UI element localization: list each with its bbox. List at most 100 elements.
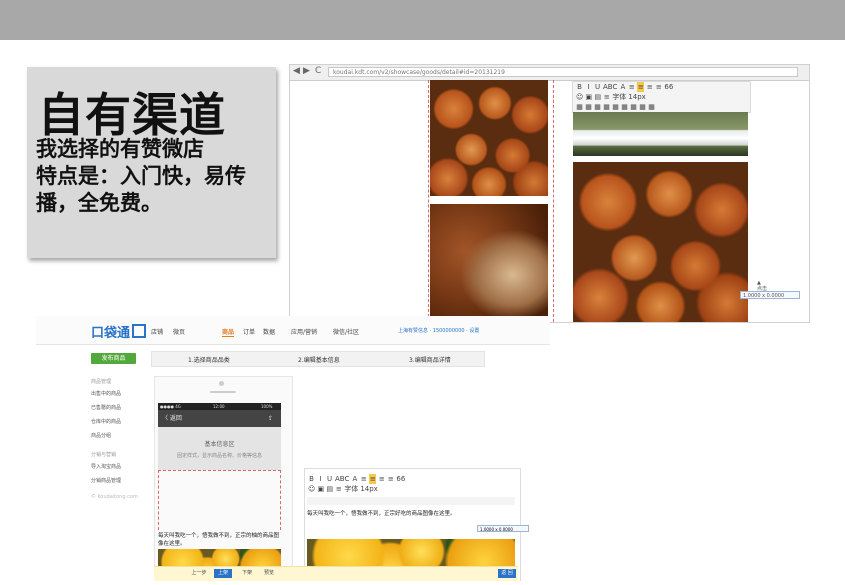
basic-info-area: 基本信息区 固定样式，显示商品名称、价格等信息 — [158, 427, 281, 470]
reload-icon[interactable]: C — [315, 66, 321, 76]
toolbar-button[interactable]: I — [317, 474, 324, 484]
sidebar-item[interactable]: 分销商品管理 — [91, 474, 151, 488]
toolbar-button[interactable]: I — [585, 82, 592, 92]
toolbar-button[interactable]: ▦ — [621, 102, 628, 112]
status-time: 12:00 — [213, 404, 225, 409]
detail-editor-panel: B I U ABC A ≡ ≡ ≡ ≡ 66 ☺ ▣ ▤ ≡ 字体 14px 每天叫我吃一个，悟我做不到，正… — [304, 468, 529, 581]
toolbar-button[interactable]: U — [594, 82, 601, 92]
toolbar-button[interactable]: 66 — [396, 474, 405, 484]
toolbar-button[interactable]: ▦ — [630, 102, 637, 112]
toolbar-button[interactable]: 字体 — [612, 92, 626, 102]
detail-editor-text[interactable]: 每天叫我吃一个，悟我做不到，正宗好吃的商品图像在这里。 — [307, 509, 515, 517]
unshelve-button[interactable]: 下架 — [238, 569, 256, 578]
nav-item-0[interactable]: 店铺 — [151, 327, 163, 336]
app-logo-text: 口袋通 — [91, 326, 131, 341]
toolbar-button[interactable]: ≡ — [646, 82, 653, 92]
toolbar-button[interactable]: ≡ — [369, 474, 377, 484]
toolbar-button[interactable]: 66 — [664, 82, 673, 92]
nav-item-4[interactable]: 数据 — [263, 327, 275, 336]
toolbar-button[interactable]: ☺ — [308, 484, 315, 494]
toolbar-button[interactable]: ≡ — [637, 82, 645, 92]
toolbar-button[interactable]: B — [576, 82, 583, 92]
shelve-button[interactable]: 上架 — [214, 569, 232, 578]
toolbar-row-1: B I U ABC A ≡ ≡ ≡ ≡ 66 — [573, 82, 750, 92]
publish-product-button[interactable]: 发布商品 — [91, 353, 136, 364]
phone-back-button[interactable]: 〈 返回 — [162, 410, 182, 427]
back-arrow-icon[interactable]: ◀ — [293, 66, 300, 76]
step-indicator: 1.选择商品品类 2.编辑基本信息 3.编辑商品详情 — [151, 351, 485, 367]
phone-status-bar: ●●●● 4G 12:00 100% — [158, 403, 281, 410]
toolbar-button[interactable]: ≡ — [387, 474, 394, 484]
slide-body-text: 我选择的有赞微店 特点是：入门快，易传播，全免费。 — [36, 137, 246, 215]
status-battery: 100% — [261, 404, 273, 409]
address-bar[interactable]: koudai.kdt.com/v2/showcase/goods/detail#… — [328, 67, 798, 77]
toolbar-button[interactable]: ▣ — [317, 484, 325, 494]
phone-description: 每天叫我吃一个，悟我做不到，正宗的柚的商品图像在这里。 — [158, 533, 280, 547]
detail-editor-toolbar: B I U ABC A ≡ ≡ ≡ ≡ 66 ☺ ▣ ▤ ≡ 字体 14px — [305, 474, 518, 496]
forward-arrow-icon[interactable]: ▶ — [303, 66, 310, 76]
product-photo-bowl — [573, 112, 748, 156]
browser-chrome: ◀ ▶ C koudai.kdt.com/v2/showcase/goods/d… — [290, 65, 809, 81]
toolbar-button[interactable]: ▦ — [612, 102, 619, 112]
sidebar-item[interactable]: 商品分组 — [91, 429, 151, 443]
toolbar-button[interactable]: ▤ — [326, 484, 334, 494]
image-resize-control[interactable]: ▲ 点击 1.0000 x 0.0000 — [740, 280, 802, 308]
header-account-info[interactable]: 上海有赞信息 · 1500000000 · 设置 — [398, 327, 479, 334]
sidebar-item[interactable]: 导入淘宝商品 — [91, 460, 151, 474]
toolbar-button[interactable]: ▦ — [648, 102, 655, 112]
nav-item-5[interactable]: 应用/营销 — [291, 327, 317, 336]
resize-size-box[interactable]: 1.0000 x 0.0000 — [740, 291, 800, 299]
detail-toolbar-row-1: B I U ABC A ≡ ≡ ≡ ≡ 66 — [305, 474, 518, 484]
sidebar-item[interactable]: 已售罄的商品 — [91, 401, 151, 415]
phone-speaker — [219, 381, 224, 386]
toolbar-button[interactable]: A — [619, 82, 626, 92]
toolbar-button[interactable]: ABC — [603, 82, 617, 92]
share-icon[interactable]: ⇪ — [268, 410, 273, 427]
toolbar-button[interactable]: 14px — [360, 484, 378, 494]
nav-item-3[interactable]: 订单 — [243, 327, 255, 336]
action-footer: 上一步 上架 下架 预览 — [154, 566, 518, 581]
toolbar-button[interactable]: ▦ — [639, 102, 646, 112]
toolbar-button[interactable]: A — [351, 474, 358, 484]
phone-title-bar: 〈 返回 ⇪ — [158, 410, 281, 427]
preview-button[interactable]: 预览 — [260, 569, 278, 578]
toolbar-button[interactable]: B — [308, 474, 315, 484]
status-signal: ●●●● 4G — [160, 404, 181, 409]
basic-info-subtitle: 固定样式，显示商品名称、价格等信息 — [176, 453, 262, 459]
phone-earpiece — [210, 391, 236, 393]
toolbar-button[interactable]: ≡ — [378, 474, 385, 484]
toolbar-button[interactable]: 字体 — [344, 484, 358, 494]
toolbar-button[interactable]: ▦ — [585, 102, 592, 112]
toolbar-button[interactable]: ▤ — [594, 92, 602, 102]
nav-item-6[interactable]: 微信/社区 — [333, 327, 359, 336]
toolbar-button[interactable]: 14px — [628, 92, 646, 102]
sidebar-group-title: 商品管理 — [91, 379, 112, 385]
prev-step-button[interactable]: 上一步 — [188, 569, 210, 578]
browser-window-screenshot: ◀ ▶ C koudai.kdt.com/v2/showcase/goods/d… — [289, 64, 810, 323]
toolbar-button[interactable]: ≡ — [628, 82, 635, 92]
toolbar-button[interactable]: ABC — [335, 474, 349, 484]
nav-item-2[interactable]: 商品 — [222, 327, 235, 337]
nav-item-1[interactable]: 微页 — [173, 327, 185, 336]
detail-drop-zone — [158, 470, 281, 530]
sidebar-footer: © koudaitong.com — [91, 494, 138, 500]
product-photo-cookies-2 — [573, 162, 748, 322]
back-to-top-button[interactable]: 返 回 — [498, 569, 516, 578]
sidebar-item[interactable]: 出售中的商品 — [91, 387, 151, 401]
sidebar-group-title: 分销与营销 — [91, 452, 117, 458]
toolbar-button[interactable]: ☺ — [576, 92, 583, 102]
toolbar-button[interactable]: ≡ — [360, 474, 367, 484]
sidebar-item[interactable]: 仓库中的商品 — [91, 415, 151, 429]
toolbar-button[interactable]: ▦ — [603, 102, 610, 112]
toolbar-button[interactable]: ▣ — [585, 92, 593, 102]
toolbar-button[interactable]: ≡ — [655, 82, 662, 92]
toolbar-button[interactable]: U — [326, 474, 333, 484]
toolbar-button[interactable]: ≡ — [335, 484, 342, 494]
toolbar-button[interactable]: ▦ — [594, 102, 601, 112]
basic-info-title: 基本信息区 — [204, 441, 235, 448]
toolbar-button[interactable]: ≡ — [603, 92, 610, 102]
toolbar-button[interactable]: ▦ — [576, 102, 583, 112]
logo-box-icon — [132, 324, 147, 338]
app-logo[interactable]: 口袋通 — [91, 322, 147, 341]
detail-size-label[interactable]: 1.0000 x 0.0000 — [477, 525, 529, 532]
